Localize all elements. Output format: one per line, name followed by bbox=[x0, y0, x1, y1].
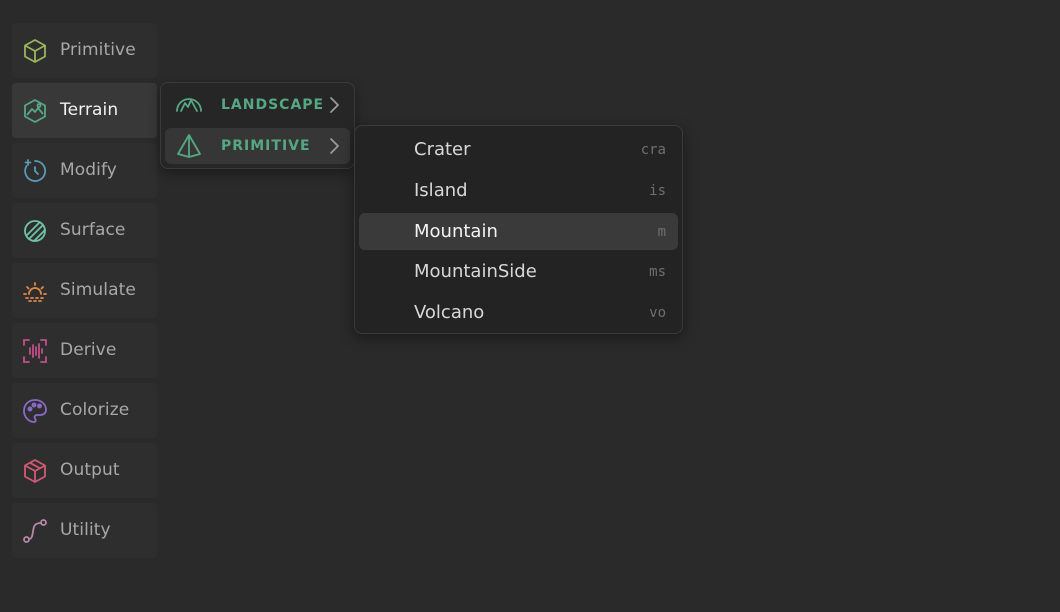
category-label: Surface bbox=[60, 220, 126, 240]
category-label: Derive bbox=[60, 340, 117, 360]
item-name: Mountain bbox=[414, 221, 498, 242]
pyramid-icon bbox=[175, 133, 203, 159]
simulate-icon bbox=[22, 278, 48, 304]
submenu-item-landscape[interactable]: LANDSCAPE bbox=[165, 87, 350, 123]
chevron-right-icon bbox=[328, 96, 340, 114]
palette-icon bbox=[22, 398, 48, 424]
category-label: Simulate bbox=[60, 280, 136, 300]
terrain-icon bbox=[22, 98, 48, 124]
surface-icon bbox=[22, 218, 48, 244]
package-icon bbox=[22, 458, 48, 484]
category-output[interactable]: Output bbox=[12, 443, 157, 498]
item-shortcut: m bbox=[657, 224, 666, 240]
flyout-item-mountain[interactable]: Mountain m bbox=[359, 213, 678, 250]
item-name: Crater bbox=[414, 139, 471, 160]
item-name: Island bbox=[414, 180, 468, 201]
category-label: Output bbox=[60, 460, 120, 480]
category-simulate[interactable]: Simulate bbox=[12, 263, 157, 318]
derive-icon bbox=[22, 338, 48, 364]
category-terrain[interactable]: Terrain bbox=[12, 83, 157, 138]
terrain-submenu: LANDSCAPE PRIMITIVE bbox=[160, 82, 355, 169]
category-colorize[interactable]: Colorize bbox=[12, 383, 157, 438]
item-name: MountainSide bbox=[414, 261, 537, 282]
category-label: Modify bbox=[60, 160, 117, 180]
item-shortcut: cra bbox=[640, 142, 666, 158]
cube-icon bbox=[22, 38, 48, 64]
path-icon bbox=[22, 518, 48, 544]
modify-icon bbox=[22, 158, 48, 184]
item-name: Volcano bbox=[414, 302, 485, 323]
category-label: Colorize bbox=[60, 400, 130, 420]
mountains-icon bbox=[175, 92, 203, 118]
chevron-right-icon bbox=[328, 137, 340, 155]
flyout-item-island[interactable]: Island is bbox=[359, 172, 678, 209]
category-label: Terrain bbox=[60, 100, 119, 120]
flyout-item-crater[interactable]: Crater cra bbox=[359, 131, 678, 168]
submenu-item-primitive[interactable]: PRIMITIVE bbox=[165, 128, 350, 164]
category-modify[interactable]: Modify bbox=[12, 143, 157, 198]
category-label: Primitive bbox=[60, 40, 136, 60]
category-derive[interactable]: Derive bbox=[12, 323, 157, 378]
primitive-flyout-menu: Crater cra Island is Mountain m Mountain… bbox=[354, 125, 683, 334]
item-shortcut: ms bbox=[649, 264, 666, 280]
submenu-label: LANDSCAPE bbox=[221, 97, 325, 113]
category-utility[interactable]: Utility bbox=[12, 503, 157, 558]
category-surface[interactable]: Surface bbox=[12, 203, 157, 258]
category-primitive[interactable]: Primitive bbox=[12, 23, 157, 78]
flyout-item-mountainside[interactable]: MountainSide ms bbox=[359, 253, 678, 290]
submenu-label: PRIMITIVE bbox=[221, 138, 311, 154]
flyout-item-volcano[interactable]: Volcano vo bbox=[359, 294, 678, 331]
item-shortcut: is bbox=[649, 183, 666, 199]
item-shortcut: vo bbox=[649, 305, 666, 321]
category-label: Utility bbox=[60, 520, 111, 540]
